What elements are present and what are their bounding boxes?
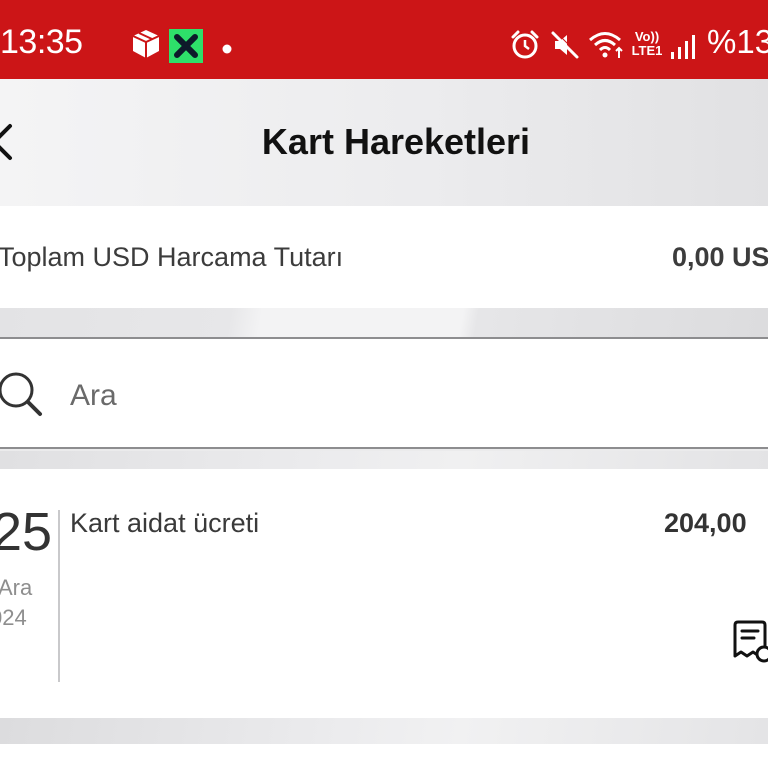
receipt-icon[interactable]	[732, 618, 768, 669]
transaction-description: Kart aidat ücreti	[70, 508, 260, 538]
wifi-icon	[588, 30, 624, 65]
transaction-year: 024	[0, 605, 27, 630]
app-x-icon	[169, 29, 203, 68]
list-footer	[0, 744, 768, 768]
package-icon	[130, 28, 162, 65]
network-label: Vo)) LTE1	[631, 29, 663, 58]
screen: 13:35 Vo)) LTE1 %13 Kart Hareketleri Top…	[0, 0, 768, 768]
alarm-icon	[510, 30, 540, 65]
divider	[0, 451, 768, 469]
status-time: 13:35	[0, 23, 83, 61]
transaction-day: 25	[0, 502, 53, 562]
mute-icon	[550, 30, 580, 65]
search-icon[interactable]	[0, 370, 46, 427]
signal-icon	[670, 34, 696, 65]
status-bar: 13:35 Vo)) LTE1 %13	[0, 0, 768, 79]
summary-value: 0,00 US	[672, 242, 768, 272]
notification-dot-icon	[222, 41, 232, 59]
summary-label: Toplam USD Harcama Tutarı	[0, 242, 344, 272]
divider	[0, 718, 768, 744]
battery-percent: %13	[707, 23, 768, 60]
date-divider	[58, 510, 60, 682]
divider	[0, 308, 768, 337]
search-placeholder[interactable]: Ara	[70, 378, 117, 414]
transaction-amount: 204,00	[664, 508, 747, 538]
transaction-month: Ara	[0, 575, 33, 600]
page-title: Kart Hareketleri	[261, 121, 531, 162]
